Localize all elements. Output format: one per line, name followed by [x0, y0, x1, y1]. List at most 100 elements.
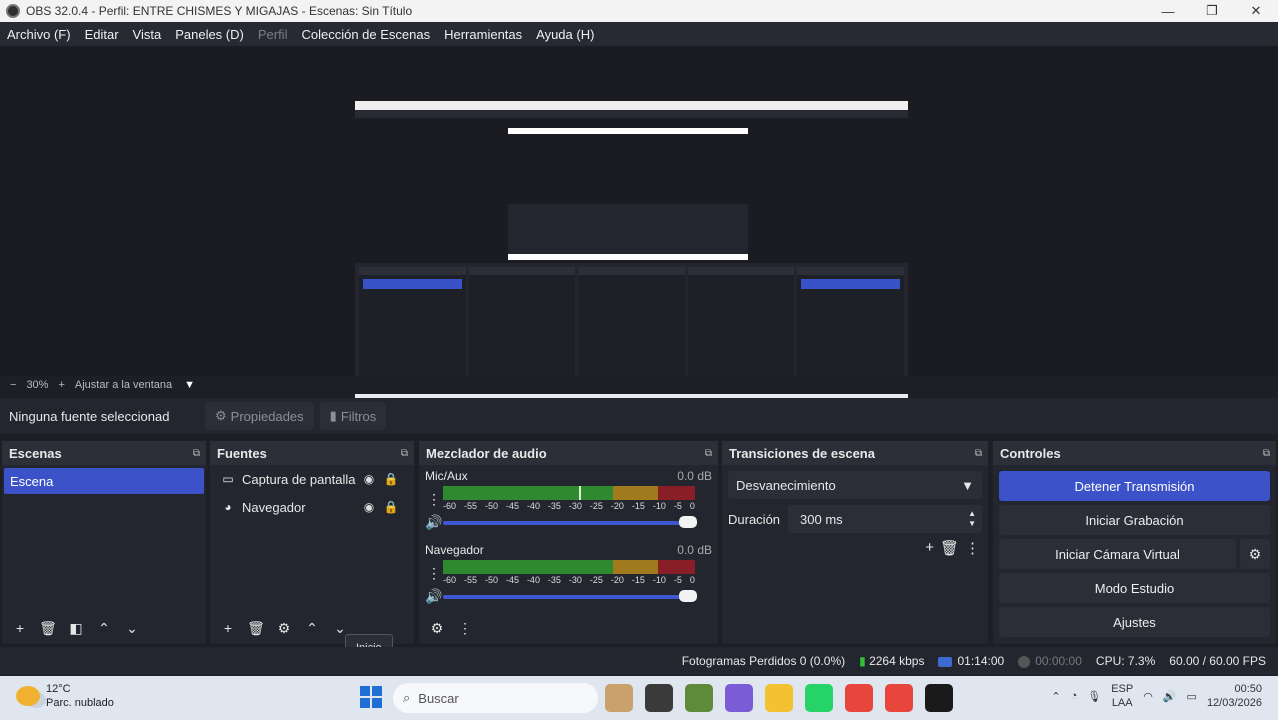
maximize-button[interactable]: ❐: [1190, 0, 1234, 22]
gear-icon[interactable]: ⚙: [1240, 539, 1270, 569]
eye-icon[interactable]: ◉: [358, 472, 380, 486]
meter-tick: -20: [610, 501, 624, 511]
taskbar-app-icon[interactable]: [885, 684, 913, 712]
scene-item-escena[interactable]: Escena: [4, 468, 204, 494]
more-options-icon[interactable]: ⋮: [425, 565, 443, 582]
menu-editar[interactable]: Editar: [78, 27, 126, 42]
preview-canvas[interactable]: [355, 101, 908, 414]
zoom-out-button[interactable]: −: [10, 379, 16, 391]
studio-mode-button[interactable]: Modo Estudio: [999, 573, 1270, 603]
properties-button[interactable]: ⚙ Propiedades: [205, 402, 314, 430]
preview-nested-canvas: [355, 118, 908, 263]
filters-button[interactable]: ▮ Filtros: [319, 402, 387, 430]
menu-coleccion-escenas[interactable]: Colección de Escenas: [294, 27, 437, 42]
stream-time: 01:14:00: [957, 654, 1005, 668]
source-item[interactable]: ▭ Captura de pantalla ◉ 🔒: [210, 465, 414, 493]
menu-ayuda[interactable]: Ayuda (H): [529, 27, 601, 42]
weather-widget[interactable]: 12°C Parc. nublado: [16, 682, 114, 710]
trash-icon[interactable]: 🗑: [244, 616, 268, 640]
lock-icon[interactable]: 🔒: [380, 500, 402, 514]
gear-icon[interactable]: ⚙: [272, 616, 296, 640]
menu-herramientas[interactable]: Herramientas: [437, 27, 529, 42]
speaker-icon[interactable]: 🔊: [425, 588, 443, 605]
filter-icon[interactable]: ◧: [64, 616, 88, 640]
taskbar-app-icon[interactable]: [685, 684, 713, 712]
slider-knob[interactable]: [679, 515, 697, 528]
network-icon[interactable]: ◔: [1071, 690, 1078, 702]
menu-perfil[interactable]: Perfil: [251, 27, 295, 42]
zoom-in-button[interactable]: +: [58, 379, 64, 391]
filters-label: Filtros: [340, 408, 377, 424]
taskbar-app-icon[interactable]: [645, 684, 673, 712]
more-options-icon[interactable]: ⋮: [453, 616, 477, 640]
taskbar-app-icon[interactable]: [845, 684, 873, 712]
trash-icon[interactable]: 🗑: [940, 539, 959, 557]
add-icon[interactable]: +: [216, 616, 240, 640]
menu-paneles[interactable]: Paneles (D): [168, 27, 251, 42]
meter-tick: -55: [463, 575, 477, 585]
chevron-up-icon[interactable]: ⌃: [1051, 690, 1060, 703]
clock[interactable]: 00:50 12/03/2026: [1207, 682, 1262, 710]
language-indicator[interactable]: ESP LAA: [1111, 682, 1133, 710]
move-up-icon[interactable]: ⌃: [300, 616, 324, 640]
globe-icon: ◕: [224, 500, 232, 514]
start-virtual-camera-button[interactable]: Iniciar Cámara Virtual: [999, 539, 1236, 569]
volume-slider[interactable]: [443, 589, 697, 602]
stop-stream-button[interactable]: Detener Transmisión: [999, 471, 1270, 501]
taskbar-search[interactable]: ⌕ Buscar: [393, 683, 598, 713]
lock-icon[interactable]: 🔒: [380, 472, 402, 486]
fit-window-label[interactable]: Ajustar a la ventana: [75, 379, 172, 391]
battery-icon[interactable]: ▭: [1187, 690, 1197, 703]
windows-start-icon[interactable]: [360, 686, 382, 708]
title-bar: OBS 32.0.4 - Perfil: ENTRE CHISMES Y MIG…: [0, 0, 1278, 22]
duration-row: Duración 300 ms ▲ ▼: [728, 505, 982, 533]
taskbar-app-icon[interactable]: [925, 684, 953, 712]
taskbar-app-icon[interactable]: [805, 684, 833, 712]
microphone-icon[interactable]: 🎙: [1087, 690, 1101, 703]
zoom-dropdown-icon[interactable]: ▼: [184, 379, 195, 391]
minimize-button[interactable]: —: [1146, 0, 1190, 22]
undock-icon[interactable]: ⧉: [401, 448, 408, 459]
source-item[interactable]: ◕ Navegador ◉ 🔒: [210, 493, 414, 521]
taskbar-app-icon[interactable]: [725, 684, 753, 712]
more-options-icon[interactable]: ⋮: [425, 491, 443, 508]
search-icon: ⌕: [403, 690, 411, 705]
add-icon[interactable]: +: [925, 539, 934, 557]
speaker-icon[interactable]: 🔊: [425, 514, 443, 531]
undock-icon[interactable]: ⧉: [1263, 448, 1270, 459]
menu-archivo[interactable]: Archivo (F): [0, 27, 78, 42]
preview-area[interactable]: [0, 46, 1278, 414]
windows-taskbar: 12°C Parc. nublado ⌕ Buscar ⌃ ◔ 🎙 ESP LA…: [0, 676, 1278, 720]
start-recording-button[interactable]: Iniciar Grabación: [999, 505, 1270, 535]
channel-db: 0.0 dB: [677, 543, 712, 557]
record-icon: [1018, 655, 1031, 668]
channel-name: Mic/Aux: [425, 469, 468, 483]
undock-icon[interactable]: ⧉: [975, 448, 982, 459]
move-down-icon[interactable]: ⌄: [120, 616, 144, 640]
menu-vista[interactable]: Vista: [126, 27, 169, 42]
volume-slider[interactable]: [443, 515, 697, 528]
meter-tick: 0: [689, 575, 695, 585]
add-icon[interactable]: +: [8, 616, 32, 640]
slider-knob[interactable]: [679, 589, 697, 602]
trash-icon[interactable]: 🗑: [36, 616, 60, 640]
taskbar-app-icon[interactable]: [605, 684, 633, 712]
lang-bottom: LAA: [1111, 697, 1133, 709]
stepper-icon[interactable]: ▲ ▼: [968, 509, 976, 529]
settings-button[interactable]: Ajustes: [999, 607, 1270, 637]
close-button[interactable]: ✕: [1234, 0, 1278, 22]
advanced-audio-icon[interactable]: ⚙: [425, 616, 449, 640]
more-options-icon[interactable]: ⋮: [965, 539, 980, 557]
taskbar-app-icon[interactable]: [765, 684, 793, 712]
audio-mixer-dock: Mezclador de audio ⧉ Mic/Aux 0.0 dB ⋮ -6…: [419, 441, 718, 644]
duration-input[interactable]: 300 ms ▲ ▼: [788, 505, 982, 533]
volume-meter: -60 -55 -50 -45 -40 -35 -30 -25 -20 -15 -10 -5 0: [443, 560, 695, 586]
eye-icon[interactable]: ◉: [358, 500, 380, 514]
transition-select[interactable]: Desvanecimiento ▼: [728, 471, 982, 499]
undock-icon[interactable]: ⧉: [193, 448, 200, 459]
volume-icon[interactable]: 🔊: [1163, 690, 1177, 703]
undock-icon[interactable]: ⧉: [705, 448, 712, 459]
move-up-icon[interactable]: ⌃: [92, 616, 116, 640]
wifi-icon[interactable]: ◠: [1143, 690, 1153, 703]
system-tray: ⌃ ◔ 🎙 ESP LAA ◠ 🔊 ▭ 00:50 12/03/2026: [1051, 682, 1262, 710]
